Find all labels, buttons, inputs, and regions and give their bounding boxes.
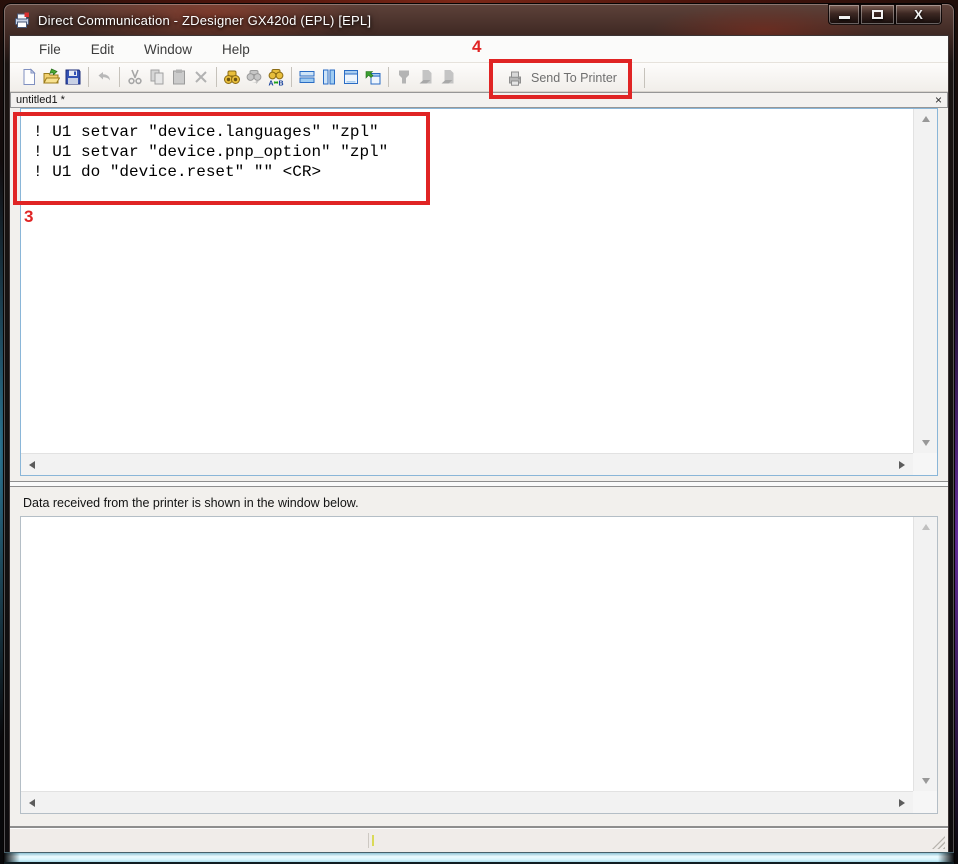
command-editor-text[interactable]: ! U1 setvar "device.languages" "zpl"! U1…	[21, 109, 913, 453]
toolbar-separator	[119, 67, 120, 87]
scroll-left-icon[interactable]	[29, 461, 35, 469]
code-line: ! U1 setvar "device.pnp_option" "zpl"	[33, 142, 913, 162]
scroll-down-icon[interactable]	[922, 440, 930, 446]
find-next-icon[interactable]	[243, 65, 265, 89]
cascade-window-icon[interactable]	[362, 65, 384, 89]
maximize-button[interactable]	[860, 4, 895, 25]
document-tab-label[interactable]: untitled1 *	[16, 94, 65, 107]
replace-icon[interactable]: AB	[265, 65, 287, 89]
menu-edit[interactable]: Edit	[76, 38, 129, 61]
received-data-panel	[20, 516, 938, 814]
maximize-icon	[872, 10, 883, 19]
window-bottom-edge	[4, 852, 954, 864]
send-file-1-icon[interactable]	[415, 65, 437, 89]
client-gap	[10, 814, 948, 826]
undo-icon[interactable]	[93, 65, 115, 89]
cut-icon[interactable]	[124, 65, 146, 89]
toolbar-separator	[644, 68, 645, 88]
send-to-printer-icon	[506, 69, 524, 87]
view-window-icon[interactable]	[340, 65, 362, 89]
scroll-down-icon[interactable]	[922, 778, 930, 784]
title-bar[interactable]: Direct Communication - ZDesigner GX420d …	[4, 4, 954, 36]
toolbar-separator	[388, 67, 389, 87]
toolbar-separator	[88, 67, 89, 87]
minimize-button[interactable]	[828, 4, 860, 25]
code-line: ! U1 do "device.reset" "" <CR>	[33, 162, 913, 182]
copy-icon[interactable]	[146, 65, 168, 89]
statusbar-caret-mark	[372, 835, 374, 846]
app-window: Direct Communication - ZDesigner GX420d …	[4, 4, 954, 864]
split-horizontal-icon[interactable]	[296, 65, 318, 89]
new-document-icon[interactable]	[18, 65, 40, 89]
command-editor-vertical-scrollbar[interactable]	[913, 109, 937, 453]
menu-help[interactable]: Help	[207, 38, 265, 61]
send-to-printer-label: Send To Printer	[531, 71, 617, 85]
received-data-vertical-scrollbar[interactable]	[913, 517, 937, 791]
statusbar-divider	[368, 833, 369, 848]
annotation-number-3: 3	[24, 207, 33, 227]
toolbar-separator	[291, 67, 292, 87]
printer-app-icon	[14, 12, 30, 28]
window-controls: X	[828, 4, 942, 25]
tab-close-icon[interactable]: ×	[935, 94, 942, 106]
menu-window[interactable]: Window	[129, 38, 207, 61]
code-line: ! U1 setvar "device.languages" "zpl"	[33, 122, 913, 142]
svg-text:A: A	[269, 81, 274, 87]
received-data-horizontal-scrollbar[interactable]	[21, 791, 913, 813]
close-button[interactable]: X	[895, 4, 942, 25]
scroll-up-icon[interactable]	[922, 524, 930, 530]
resize-grip-icon[interactable]	[932, 836, 945, 849]
receive-info-label: Data received from the printer is shown …	[23, 496, 359, 510]
delete-icon[interactable]	[190, 65, 212, 89]
svg-text:B: B	[279, 81, 284, 87]
save-icon[interactable]	[62, 65, 84, 89]
command-editor: ! U1 setvar "device.languages" "zpl"! U1…	[20, 108, 938, 476]
close-icon: X	[914, 7, 923, 22]
panel-splitter[interactable]	[10, 476, 948, 490]
split-vertical-icon[interactable]	[318, 65, 340, 89]
send-to-printer-button[interactable]: Send To Printer	[496, 65, 627, 91]
open-file-icon[interactable]	[40, 65, 62, 89]
send-file-2-icon[interactable]	[437, 65, 459, 89]
paste-icon[interactable]	[168, 65, 190, 89]
toolbar-separator	[216, 67, 217, 87]
scroll-right-icon[interactable]	[899, 799, 905, 807]
minimize-icon	[839, 16, 850, 19]
status-bar	[10, 829, 948, 852]
receive-info-row: Data received from the printer is shown …	[10, 490, 948, 516]
toolbar: AB	[10, 62, 948, 92]
document-tab-bar: untitled1 * ×	[10, 92, 948, 108]
scroll-right-icon[interactable]	[899, 461, 905, 469]
receive-from-printer-icon[interactable]	[393, 65, 415, 89]
scroll-up-icon[interactable]	[922, 116, 930, 122]
annotation-number-4: 4	[472, 37, 481, 57]
client-area: File Edit Window Help	[10, 36, 948, 852]
received-data-text[interactable]	[21, 517, 913, 791]
scrollbar-corner	[913, 453, 937, 475]
find-icon[interactable]	[221, 65, 243, 89]
menu-file[interactable]: File	[24, 38, 76, 61]
scrollbar-corner	[913, 791, 937, 813]
command-editor-horizontal-scrollbar[interactable]	[21, 453, 913, 475]
scroll-left-icon[interactable]	[29, 799, 35, 807]
window-title: Direct Communication - ZDesigner GX420d …	[38, 13, 371, 28]
